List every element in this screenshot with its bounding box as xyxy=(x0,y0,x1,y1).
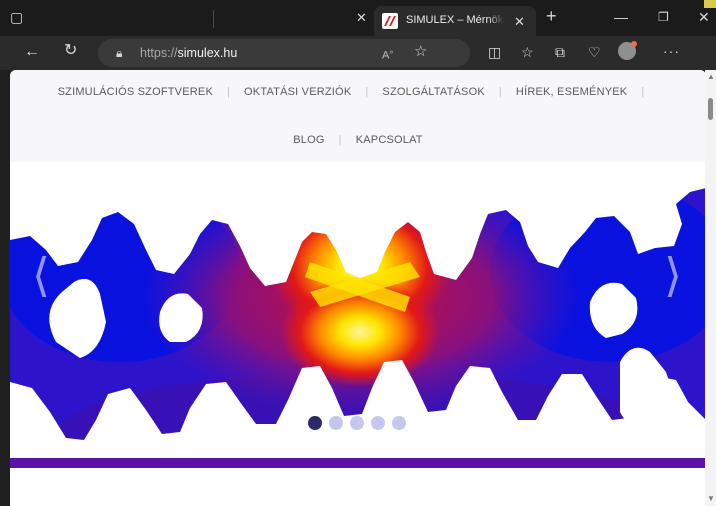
lock-icon[interactable]: 🔒︎ xyxy=(116,46,122,60)
scroll-thumb[interactable] xyxy=(708,98,713,120)
browser-essentials-icon[interactable]: ♡ xyxy=(588,45,601,59)
nav-separator: | xyxy=(226,86,231,98)
url-text[interactable]: https://simulex.hu xyxy=(140,46,237,60)
new-tab-icon[interactable]: + xyxy=(546,7,557,25)
url-host: simulex.hu xyxy=(177,46,238,60)
hero-slider[interactable]: ⟨ ⟩ xyxy=(10,162,706,468)
split-screen-icon[interactable]: ◫ xyxy=(488,45,501,59)
restore-icon[interactable]: ❐ xyxy=(658,10,669,24)
slider-dot-1[interactable] xyxy=(308,416,322,430)
nav-separator: | xyxy=(641,86,645,98)
desktop-corner xyxy=(704,0,716,8)
slider-dot-3[interactable] xyxy=(350,416,364,430)
slider-dot-5[interactable] xyxy=(392,416,406,430)
more-options-icon[interactable]: ··· xyxy=(663,44,680,58)
tab-simulex[interactable]: SIMULEX – Mérnöki sz ✕ xyxy=(374,6,536,36)
tab-actions-icon[interactable]: ▢ xyxy=(10,10,23,24)
nav-link-hirek-esemenyek[interactable]: HÍREK, ESEMÉNYEK xyxy=(516,86,627,98)
browser-toolbar: ← ↻ 🔒︎ https://simulex.hu A» ☆ xyxy=(0,36,716,70)
favorites-icon[interactable]: ☆ xyxy=(521,45,534,59)
nav-separator: | xyxy=(498,86,502,98)
tab-close-icon[interactable]: ✕ xyxy=(514,14,525,30)
collections-icon[interactable]: ⧉ xyxy=(555,45,565,59)
page-content-area xyxy=(10,468,706,506)
site-navigation: SZIMULÁCIÓS SZOFTVEREK | OKTATÁSI VERZIÓK |… xyxy=(10,70,706,162)
nav-separator: | xyxy=(365,86,369,98)
nav-row-primary: SZIMULÁCIÓS SZOFTVEREK | OKTATÁSI VERZIÓK |… xyxy=(10,86,706,98)
nav-row-secondary: BLOG | KAPCSOLAT xyxy=(10,134,706,146)
page-scrollbar[interactable]: ▲ ▼ xyxy=(705,70,716,506)
close-icon[interactable]: ✕ xyxy=(356,11,367,25)
arrow-left-icon[interactable]: ← xyxy=(24,44,40,60)
nav-link-szolgaltatasok[interactable]: SZOLGÁLTATÁSOK xyxy=(382,86,484,98)
minimize-icon[interactable]: — xyxy=(614,10,628,24)
browser-window: ▢ ✕ SIMULEX – Mérnöki sz ✕ + — ❐ ✕ ← ↻ 🔒… xyxy=(0,0,716,506)
scroll-down-icon[interactable]: ▼ xyxy=(707,494,715,503)
slider-dot-4[interactable] xyxy=(371,416,385,430)
tab-title: SIMULEX – Mérnöki sz xyxy=(406,14,504,30)
slider-dot-2[interactable] xyxy=(329,416,343,430)
nav-link-oktatasi-verziok[interactable]: OKTATÁSI VERZIÓK xyxy=(244,86,351,98)
window-close-icon[interactable]: ✕ xyxy=(698,10,710,24)
tab-divider xyxy=(213,10,214,28)
simulex-favicon-icon xyxy=(382,13,398,29)
page-viewport: SZIMULÁCIÓS SZOFTVEREK | OKTATÁSI VERZIÓK |… xyxy=(10,70,706,506)
slider-next-icon[interactable]: ⟩ xyxy=(664,252,682,298)
star-icon[interactable]: ☆ xyxy=(414,44,427,59)
nav-link-kapcsolat[interactable]: KAPCSOLAT xyxy=(356,134,423,146)
url-scheme: https:// xyxy=(140,46,178,60)
profile-avatar-icon[interactable] xyxy=(618,41,637,60)
reload-icon[interactable]: ↻ xyxy=(64,43,77,59)
nav-separator: | xyxy=(338,134,342,146)
address-bar[interactable]: 🔒︎ https://simulex.hu A» ☆ xyxy=(98,39,470,67)
slider-prev-icon[interactable]: ⟨ xyxy=(32,252,50,298)
scroll-up-icon[interactable]: ▲ xyxy=(707,72,715,81)
nav-link-szimulacios-szoftverek[interactable]: SZIMULÁCIÓS SZOFTVEREK xyxy=(58,86,213,98)
read-aloud-icon[interactable]: A» xyxy=(382,46,393,63)
tab-strip: ▢ ✕ SIMULEX – Mérnöki sz ✕ + — ❐ ✕ xyxy=(0,0,716,36)
nav-link-blog[interactable]: BLOG xyxy=(293,134,324,146)
